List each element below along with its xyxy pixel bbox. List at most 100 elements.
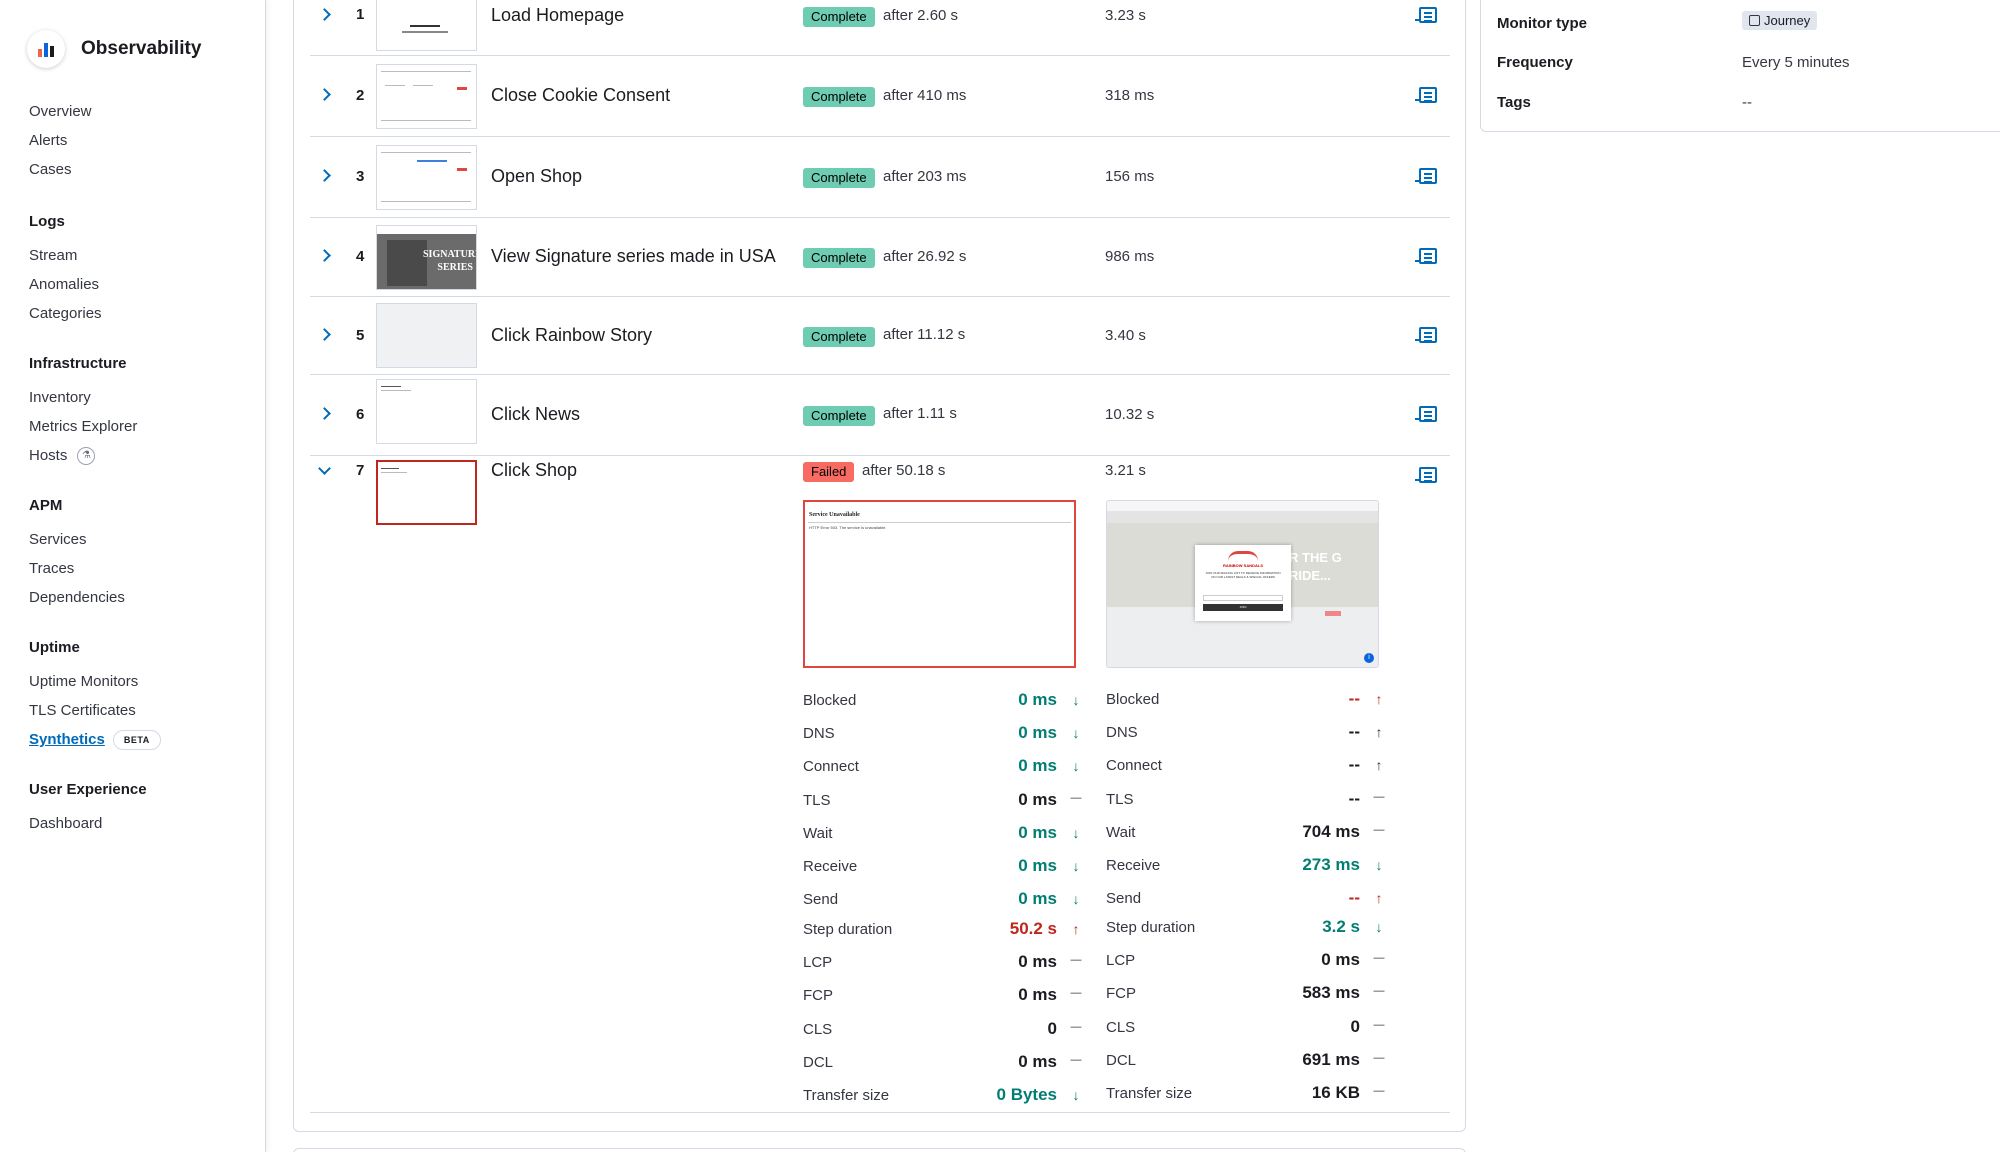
nav-stream[interactable]: Stream [29,241,102,270]
metric-value: -- [1348,689,1360,708]
nav-tls-certificates[interactable]: TLS Certificates [29,696,161,725]
metric-value: 0 ms [1018,823,1057,842]
metric-value: 0 ms [1018,790,1057,809]
nav-traces[interactable]: Traces [29,554,125,583]
nav-services[interactable]: Services [29,525,125,554]
metric-label: CLS [1106,1019,1136,1036]
app-title: Observability [81,38,202,59]
metric-value: 50.2 s [1009,919,1057,938]
nav-group-infrastructure: Infrastructure Inventory Metrics Explore… [29,353,137,470]
step-duration: 3.23 s [1105,7,1146,24]
metric-value: 0 ms [1018,952,1057,971]
nav-group-user-experience: User Experience Dashboard [29,779,147,838]
left-metric-row: Step duration 50.2 s ↑ [803,919,1083,947]
nav-hosts[interactable]: Hosts ⚗ [29,441,137,470]
step-number: 4 [356,248,365,265]
expand-chevron-right-icon[interactable] [318,249,336,267]
metric-label: Transfer size [1106,1085,1193,1102]
view-document-icon[interactable] [1415,87,1437,103]
metric-label: CLS [803,1021,833,1038]
metric-label: Connect [1106,757,1162,774]
nav-overview[interactable]: Overview [29,97,92,126]
left-metric-row: Receive 0 ms ↓ [803,856,1083,884]
beta-badge: BETA [112,729,161,750]
info-icon[interactable]: i [1364,653,1374,663]
view-document-icon[interactable] [1415,467,1437,483]
nav-synthetics[interactable]: Synthetics BETA [29,725,161,754]
step-duration: 318 ms [1105,87,1155,104]
left-metric-row: Send 0 ms ↓ [803,889,1083,917]
metric-value: 0 [1047,1019,1057,1038]
nav-group-apm: APM Services Traces Dependencies [29,495,125,612]
step-screenshot-thumbnail[interactable] [376,145,477,210]
trend-flat-icon: — [1373,824,1385,836]
nav-group-title-logs: Logs [29,213,65,230]
nav-cases[interactable]: Cases [29,155,92,184]
step-after-time: after 2.60 s [883,7,959,24]
nav-uptime-monitors[interactable]: Uptime Monitors [29,667,161,696]
expand-chevron-right-icon[interactable] [318,88,336,106]
step-number: 1 [356,6,365,23]
metric-label: DNS [1106,724,1138,741]
nav-categories[interactable]: Categories [29,299,102,328]
collapse-chevron-down-icon[interactable] [318,462,336,482]
arrow-down-icon: ↓ [1072,891,1080,907]
trend-flat-icon: — [1070,792,1082,804]
step-row-3: 3 Open Shop Complete after 203 ms 156 ms [310,137,1450,218]
arrow-down-icon: ↓ [1072,1087,1080,1103]
view-document-icon[interactable] [1415,327,1437,343]
metric-value: 0 ms [1018,856,1057,875]
left-metric-row: TLS 0 ms — [803,790,1083,818]
arrow-down-icon: ↓ [1375,919,1383,935]
shot-popup-text: JOIN OUR MAILING LIST TO RECEIVE INFORMA… [1205,571,1281,579]
left-metric-row: DNS 0 ms ↓ [803,723,1083,751]
status-badge: Complete [803,327,875,347]
metric-label: Wait [1106,824,1136,841]
metric-label: Wait [803,825,833,842]
view-document-icon[interactable] [1415,406,1437,422]
nav-dependencies[interactable]: Dependencies [29,583,125,612]
expand-chevron-right-icon[interactable] [318,169,336,187]
nav-alerts[interactable]: Alerts [29,126,92,155]
right-metric-row: DNS -- ↑ [1106,722,1386,750]
right-metric-row: LCP 0 ms — [1106,950,1386,978]
previous-run-screenshot[interactable]: R THE G RIDE... RAINBOW SANDALS JOIN OUR… [1106,500,1379,668]
metric-label: LCP [1106,952,1136,969]
right-metric-row: Send -- ↑ [1106,888,1386,916]
step-screenshot-thumbnail[interactable] [376,460,477,525]
step-name: Load Homepage [491,5,625,25]
expand-chevron-right-icon[interactable] [318,407,336,425]
view-document-icon[interactable] [1415,248,1437,264]
nav-inventory[interactable]: Inventory [29,383,137,412]
arrow-down-icon: ↓ [1072,692,1080,708]
step-after-time: after 203 ms [883,168,967,185]
nav-group-title-user-experience: User Experience [29,781,147,798]
metric-value: 583 ms [1302,983,1360,1002]
left-metric-row: Connect 0 ms ↓ [803,756,1083,784]
step-screenshot-thumbnail[interactable] [376,303,477,368]
step-row-5: 5 Click Rainbow Story Complete after 11.… [310,297,1450,375]
step-screenshot-thumbnail[interactable] [376,379,477,444]
metric-value: 0 [1350,1017,1360,1036]
metric-label: Receive [1106,857,1161,874]
nav-metrics-explorer[interactable]: Metrics Explorer [29,412,137,441]
beaker-icon: ⚗ [77,446,96,465]
status-badge: Complete [803,248,875,268]
failed-step-screenshot[interactable]: Service Unavailable HTTP Error 503. The … [803,500,1076,668]
expand-chevron-right-icon[interactable] [318,328,336,346]
step-screenshot-thumbnail[interactable]: SIGNATURE SERIES [376,225,477,290]
right-metric-row: TLS -- — [1106,789,1386,817]
step-row-1: 1 Load Homepage Complete after 2.60 s 3.… [310,0,1450,56]
right-metric-row: Wait 704 ms — [1106,822,1386,850]
nav-anomalies[interactable]: Anomalies [29,270,102,299]
view-document-icon[interactable] [1415,168,1437,184]
step-screenshot-thumbnail[interactable] [376,0,477,51]
nav-dashboard[interactable]: Dashboard [29,809,147,838]
trend-flat-icon: — [1070,1021,1082,1033]
expand-chevron-right-icon[interactable] [318,8,336,26]
metric-value: 273 ms [1302,855,1360,874]
view-document-icon[interactable] [1415,7,1437,23]
metric-label: Step duration [803,921,893,938]
step-row-6: 6 Click News Complete after 1.11 s 10.32… [310,375,1450,456]
step-screenshot-thumbnail[interactable] [376,64,477,129]
